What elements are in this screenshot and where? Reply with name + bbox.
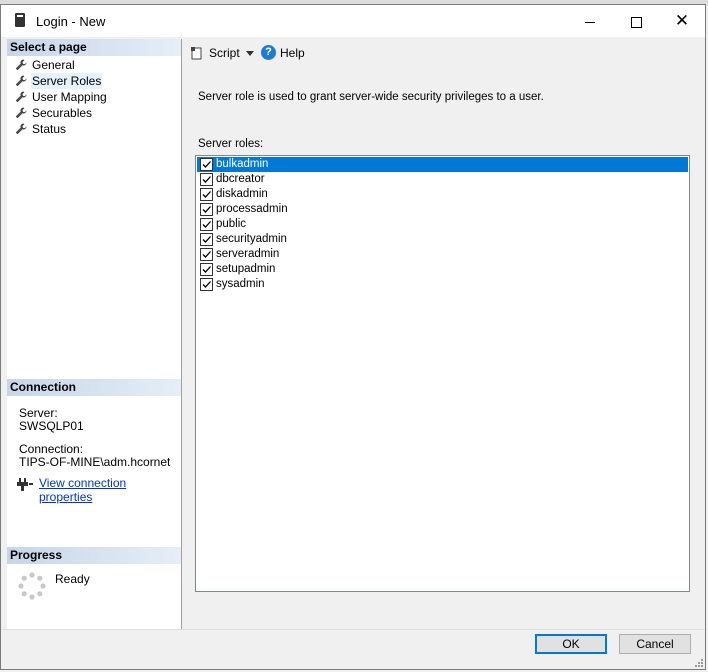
wrench-icon (15, 123, 27, 135)
help-button[interactable]: Help (280, 46, 305, 60)
connection-label: Connection: (19, 442, 84, 456)
select-page-header: Select a page (7, 39, 181, 56)
window-title: Login - New (36, 14, 106, 29)
role-name: sysadmin (216, 278, 265, 290)
sidebar-item-securables[interactable]: Securables (12, 105, 107, 121)
page-list: General Server Roles User Mapping Secura… (12, 57, 107, 137)
ok-button[interactable]: OK (535, 634, 607, 654)
role-name: diskadmin (216, 188, 268, 200)
list-item[interactable]: sysadmin (197, 277, 688, 292)
sidebar-item-user-mapping[interactable]: User Mapping (12, 89, 107, 105)
maximize-icon (630, 16, 642, 28)
sidebar-item-label: Status (32, 122, 67, 136)
role-checkbox[interactable] (200, 158, 213, 171)
role-checkbox[interactable] (200, 233, 213, 246)
role-name: dbcreator (216, 173, 265, 185)
sidebar-item-label: Server Roles (30, 73, 103, 89)
wrench-icon (15, 91, 27, 103)
plug-icon (17, 478, 33, 491)
role-checkbox[interactable] (200, 188, 213, 201)
role-name: securityadmin (216, 233, 287, 245)
left-pane: Select a page General Server Roles User … (7, 39, 181, 629)
sidebar-item-status[interactable]: Status (12, 121, 107, 137)
footer-divider (1, 629, 705, 630)
sidebar-item-label: User Mapping (32, 90, 107, 104)
close-icon: ✕ (674, 11, 690, 30)
main-pane: Script ? Help Server role is used to gra… (182, 39, 705, 629)
wrench-icon (15, 59, 27, 71)
view-connection-properties-link[interactable]: View connection properties (39, 476, 181, 504)
server-label: Server: (19, 406, 58, 420)
role-name: processadmin (216, 203, 288, 215)
login-dialog: Login - New ✕ Select a page General Serv… (0, 4, 706, 670)
script-button[interactable]: Script (209, 46, 240, 60)
list-item[interactable]: dbcreator (197, 172, 688, 187)
minimize-icon (585, 21, 595, 23)
list-item[interactable]: public (197, 217, 688, 232)
progress-status: Ready (55, 572, 90, 586)
list-item[interactable]: serveradmin (197, 247, 688, 262)
title-bar[interactable]: Login - New ✕ (1, 5, 705, 37)
script-icon (191, 47, 202, 60)
connection-value: TIPS-OF-MINE\adm.hcornet (19, 455, 171, 469)
wrench-icon (15, 107, 27, 119)
role-checkbox[interactable] (200, 248, 213, 261)
list-item[interactable]: securityadmin (197, 232, 688, 247)
role-name: public (216, 218, 247, 230)
resize-grip-icon[interactable] (693, 657, 703, 667)
server-roles-label: Server roles: (198, 138, 264, 150)
sidebar-item-server-roles[interactable]: Server Roles (12, 73, 107, 89)
sidebar-item-label: Securables (32, 106, 93, 120)
role-name: setupadmin (216, 263, 276, 275)
connection-header: Connection (7, 379, 181, 396)
toolbar: Script ? Help (182, 39, 705, 67)
chevron-down-icon[interactable] (246, 51, 254, 56)
wrench-icon (15, 75, 27, 87)
server-value: SWSQLP01 (19, 419, 84, 433)
list-item[interactable]: setupadmin (197, 262, 688, 277)
close-button[interactable]: ✕ (659, 5, 705, 37)
list-item[interactable]: diskadmin (197, 187, 688, 202)
server-roles-list[interactable]: bulkadmin dbcreator diskadmin processadm… (195, 155, 690, 592)
role-name: serveradmin (216, 248, 280, 260)
cancel-button[interactable]: Cancel (619, 634, 691, 654)
role-checkbox[interactable] (200, 173, 213, 186)
progress-spinner-icon (18, 572, 46, 600)
role-checkbox[interactable] (200, 203, 213, 216)
role-checkbox[interactable] (200, 218, 213, 231)
list-item[interactable]: bulkadmin (197, 157, 688, 172)
progress-header: Progress (7, 547, 181, 564)
minimize-button[interactable] (567, 5, 613, 37)
sidebar-item-label: General (32, 58, 75, 72)
sidebar-item-general[interactable]: General (12, 57, 107, 73)
list-item[interactable]: processadmin (197, 202, 688, 217)
role-name: bulkadmin (216, 158, 269, 170)
page-description: Server role is used to grant server-wide… (198, 91, 544, 103)
role-checkbox[interactable] (200, 278, 213, 291)
role-checkbox[interactable] (200, 263, 213, 276)
app-icon (15, 13, 25, 27)
maximize-button[interactable] (613, 5, 659, 37)
help-icon[interactable]: ? (261, 45, 276, 60)
